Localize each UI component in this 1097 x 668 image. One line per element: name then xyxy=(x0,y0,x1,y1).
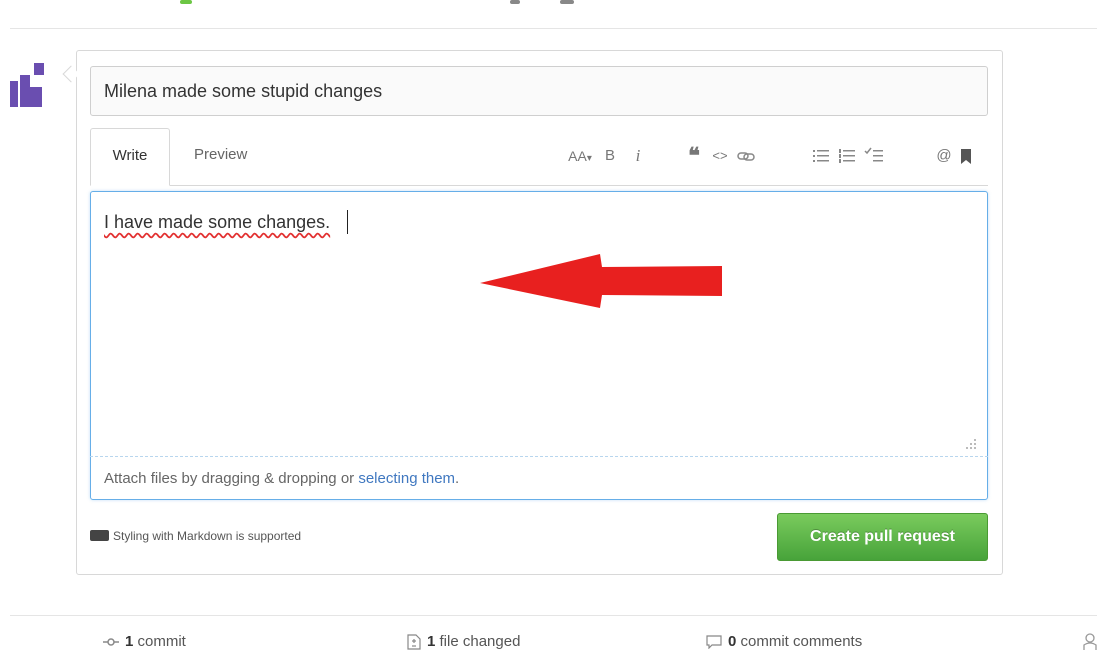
text-size-icon: AA xyxy=(568,148,587,164)
quote-icon: ❝ xyxy=(688,143,700,168)
quote-button[interactable]: ❝ xyxy=(684,143,704,169)
contributors-icon[interactable] xyxy=(1083,633,1097,651)
avatar[interactable] xyxy=(10,55,52,107)
unordered-list-icon xyxy=(813,150,829,162)
bold-icon: B xyxy=(604,147,615,164)
markdown-support-note[interactable]: Styling with Markdown is supported xyxy=(90,529,301,543)
link-icon xyxy=(737,152,755,161)
attach-files-hint: Attach files by dragging & dropping or s… xyxy=(104,470,459,487)
files-changed-tab[interactable]: 1 file changed xyxy=(407,632,520,654)
header-fragment xyxy=(180,0,192,4)
files-label: file changed xyxy=(439,633,521,650)
comment-body-textarea[interactable]: I have made some changes. xyxy=(90,191,988,500)
bookmark-icon xyxy=(961,149,971,164)
unordered-list-button[interactable] xyxy=(812,143,832,169)
code-button[interactable]: <> xyxy=(710,143,730,169)
markdown-note-text: Styling with Markdown is supported xyxy=(113,529,302,543)
attach-divider xyxy=(90,456,988,457)
markdown-icon xyxy=(90,530,109,541)
commit-comments-tab[interactable]: 0 commit comments xyxy=(706,632,862,654)
ordered-list-button[interactable] xyxy=(838,143,858,169)
mention-icon: @ xyxy=(936,147,952,164)
link-button[interactable] xyxy=(736,143,760,169)
task-list-button[interactable] xyxy=(864,143,886,169)
file-diff-icon xyxy=(407,634,421,650)
tab-preview[interactable]: Preview xyxy=(180,128,261,185)
attach-prefix: Attach files by dragging & dropping or xyxy=(104,470,359,487)
commits-label: commit xyxy=(137,633,186,650)
files-count: 1 xyxy=(427,633,436,650)
header-fragment xyxy=(560,0,574,4)
bold-button[interactable]: B xyxy=(602,143,618,169)
mention-button[interactable]: @ xyxy=(935,143,953,169)
create-pull-request-button[interactable]: Create pull request xyxy=(777,513,988,561)
italic-button[interactable]: i xyxy=(630,143,646,169)
header-fragment xyxy=(510,0,520,4)
task-list-icon xyxy=(864,147,883,162)
saved-replies-button[interactable] xyxy=(960,143,976,169)
comments-count: 0 xyxy=(728,633,737,650)
italic-icon: i xyxy=(635,146,641,165)
tabs-divider xyxy=(90,185,988,186)
commit-icon xyxy=(103,638,119,646)
text-size-button[interactable]: AA▾ xyxy=(562,143,598,169)
header-divider xyxy=(10,28,1097,29)
tab-write[interactable]: Write xyxy=(90,128,170,186)
chevron-down-icon: ▾ xyxy=(586,153,592,164)
select-files-link[interactable]: selecting them xyxy=(358,470,455,487)
commits-count: 1 xyxy=(125,633,134,650)
resize-handle-icon[interactable] xyxy=(960,437,980,451)
code-icon: <> xyxy=(712,148,728,163)
attach-suffix: . xyxy=(455,470,460,487)
commits-tab[interactable]: 1 commit xyxy=(103,632,186,654)
ordered-list-icon xyxy=(839,149,855,163)
stats-divider xyxy=(10,615,1097,616)
text-cursor xyxy=(347,210,348,234)
comment-body-text: I have made some changes. xyxy=(104,212,331,232)
comments-label: commit comments xyxy=(740,633,863,650)
title-input[interactable] xyxy=(90,66,988,116)
comment-icon xyxy=(706,635,722,650)
annotation-arrow xyxy=(480,254,722,308)
